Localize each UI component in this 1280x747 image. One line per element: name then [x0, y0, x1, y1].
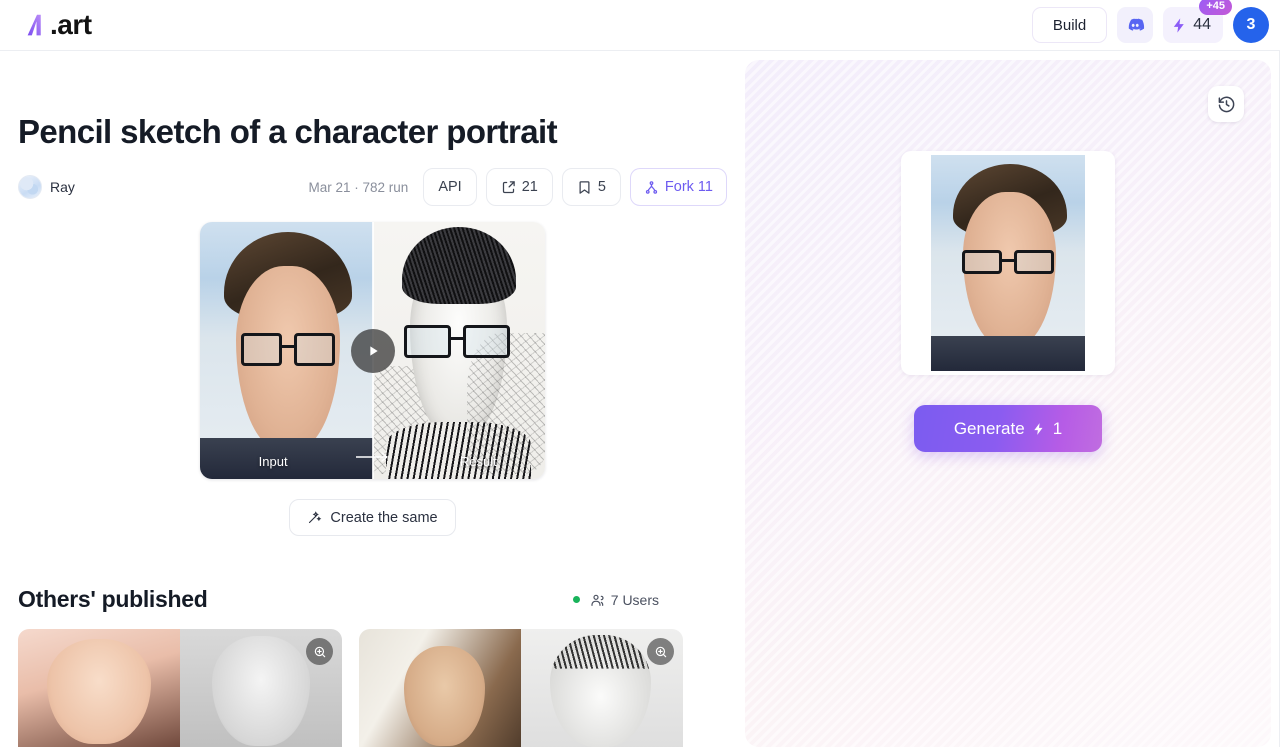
api-button[interactable]: API: [423, 168, 477, 206]
published-card-2[interactable]: [359, 629, 683, 747]
users-icon: [591, 594, 604, 606]
page-title: Pencil sketch of a character portrait: [18, 113, 558, 150]
credits-chip[interactable]: 44 +45: [1163, 0, 1232, 43]
users-count-text: 7 Users: [610, 591, 659, 608]
input-image-preview-card[interactable]: [901, 151, 1115, 375]
others-published-title: Others' published: [18, 586, 208, 612]
play-icon: [369, 345, 378, 356]
create-the-same-button[interactable]: Create the same: [289, 499, 456, 536]
sketch-glasses-icon: [403, 324, 511, 359]
generate-column: Generate 1: [745, 51, 1280, 747]
bookmark-button[interactable]: 5: [561, 168, 621, 206]
author-avatar: [18, 175, 42, 199]
discord-icon: [1128, 18, 1145, 31]
date-runs-text: Mar 21 · 782 run: [308, 179, 409, 195]
others-published-header: Others' published 7 Users: [18, 586, 727, 613]
media-section: Input Result Create the same: [18, 222, 727, 536]
author-block[interactable]: Ray: [18, 175, 75, 199]
result-label: Result: [459, 454, 497, 469]
create-the-same-label: Create the same: [330, 509, 438, 526]
generate-cost: 1: [1052, 418, 1063, 438]
build-button[interactable]: Build: [1031, 7, 1108, 43]
top-bar: .art Build 44 +45 3: [0, 0, 1280, 51]
fork-icon: [645, 180, 658, 194]
compare-result-half: [372, 222, 545, 479]
logo-mark-icon: [27, 14, 41, 36]
online-users-indicator: 7 Users: [572, 592, 659, 608]
lightning-icon: [1174, 17, 1184, 33]
api-label: API: [438, 179, 462, 195]
play-button[interactable]: [350, 328, 395, 373]
top-bar-actions: Build 44 +45 3: [1031, 0, 1269, 43]
meta-actions: Mar 21 · 782 run API 21 5 Fork 11: [308, 168, 727, 206]
page-body: Pencil sketch of a character portrait Ra…: [0, 51, 1280, 747]
magic-wand-icon: [309, 511, 322, 524]
generate-panel: Generate 1: [745, 60, 1271, 747]
before-after-compare[interactable]: Input Result: [200, 222, 545, 479]
bookmark-icon: [579, 180, 590, 194]
users-count-wrap: 7 Users: [590, 592, 659, 608]
generate-label: Generate: [953, 418, 1025, 438]
credits-value: 44: [1193, 16, 1211, 33]
lightning-icon: [1034, 422, 1043, 435]
brand-text: .art: [50, 9, 92, 40]
share-button[interactable]: 21: [485, 168, 553, 206]
share-count: 21: [521, 179, 538, 195]
history-clock-icon: [1218, 96, 1234, 112]
generate-button[interactable]: Generate 1: [914, 405, 1102, 452]
meta-row: Ray Mar 21 · 782 run API 21 5 Fork 11: [18, 168, 727, 206]
glasses-icon: [241, 332, 335, 366]
published-card-1[interactable]: [18, 629, 342, 747]
published-cards-grid: [18, 629, 727, 747]
preview-image: [931, 155, 1085, 371]
share-icon: [502, 180, 515, 193]
card2-input-image: [359, 629, 521, 747]
status-dot: [572, 596, 580, 603]
fork-label: Fork 11: [664, 179, 713, 195]
arrow-right-icon: [355, 452, 388, 462]
fork-button[interactable]: Fork 11: [629, 168, 727, 206]
credits-badge: +45: [1199, 0, 1232, 15]
preview-glasses-icon: [961, 250, 1055, 274]
compare-input-half: [200, 222, 373, 479]
zoom-in-icon: [314, 646, 325, 657]
preview-shoulders: [931, 336, 1085, 371]
bookmark-count: 5: [597, 179, 606, 195]
history-button[interactable]: [1208, 86, 1244, 122]
discord-button[interactable]: [1117, 7, 1154, 43]
user-avatar[interactable]: 3: [1233, 7, 1269, 43]
input-label: Input: [258, 454, 288, 469]
brand-logo[interactable]: .art: [22, 10, 92, 40]
detail-column: Pencil sketch of a character portrait Ra…: [0, 51, 745, 747]
author-name: Ray: [50, 179, 75, 195]
zoom-in-icon: [655, 646, 666, 657]
zoom-in-button-1[interactable]: [306, 638, 333, 665]
zoom-in-button-2[interactable]: [647, 638, 674, 665]
card1-input-image: [18, 629, 180, 747]
